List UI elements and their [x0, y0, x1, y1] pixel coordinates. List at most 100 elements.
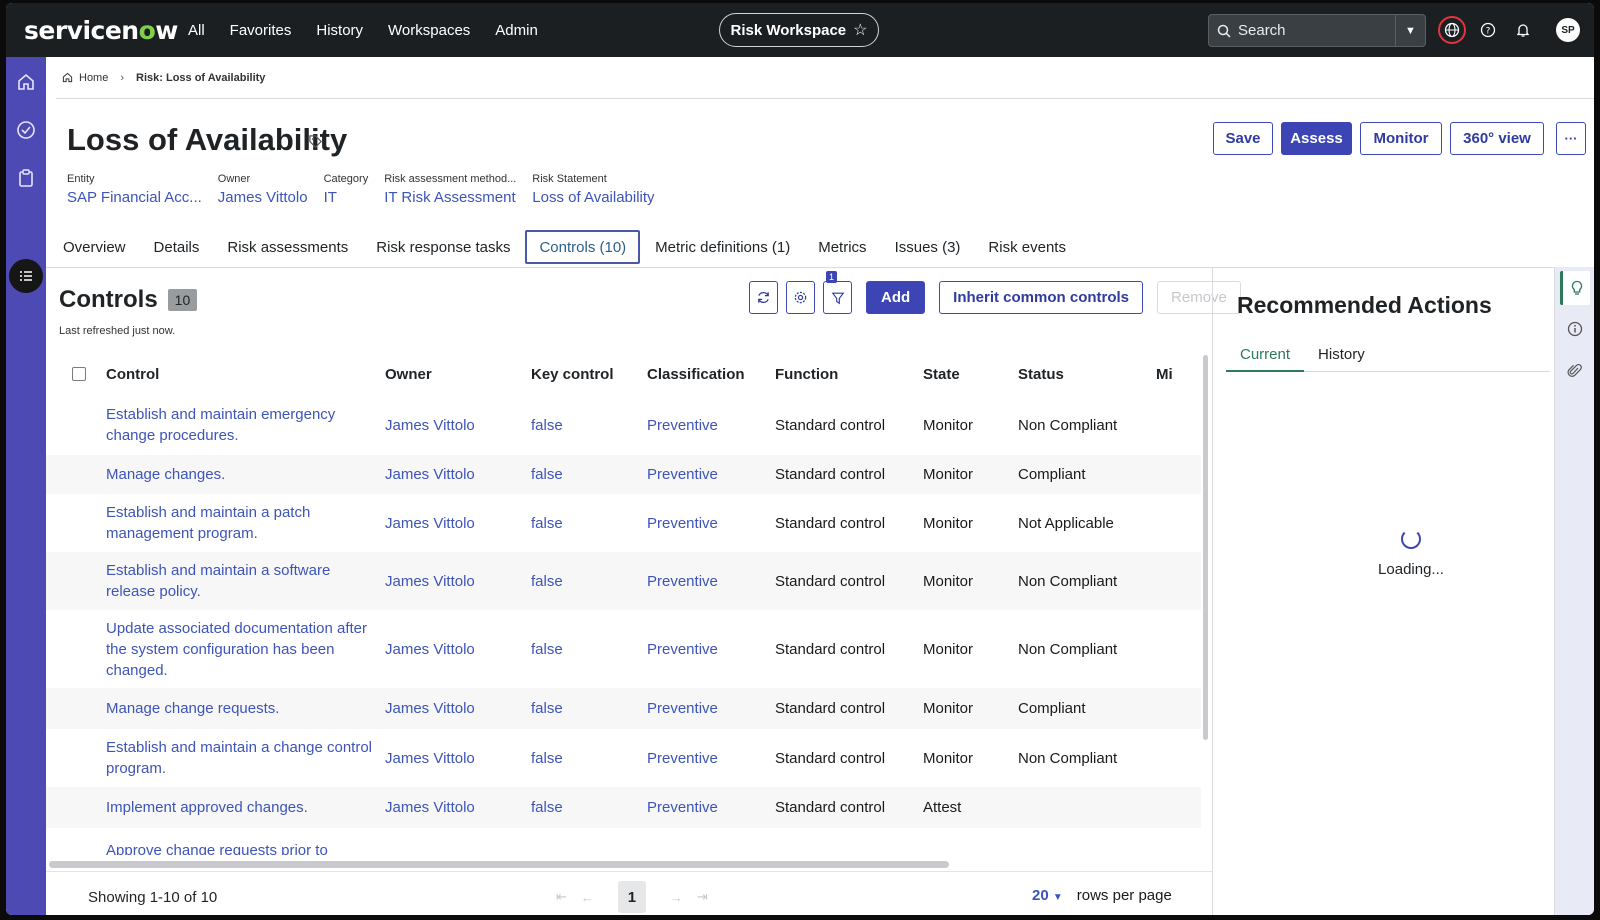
- star-icon[interactable]: ☆: [853, 20, 867, 40]
- rows-per-page-select[interactable]: 20 ▼: [1032, 887, 1063, 904]
- control-link[interactable]: Establish and maintain a patch managemen…: [106, 494, 385, 552]
- col-function[interactable]: Function: [775, 353, 923, 395]
- refresh-button[interactable]: [749, 281, 778, 314]
- control-link[interactable]: Implement approved changes.: [106, 787, 385, 828]
- classification-link[interactable]: Preventive: [647, 610, 775, 688]
- tab-issues[interactable]: Issues (3): [888, 230, 968, 264]
- key-control-link[interactable]: false: [531, 395, 647, 455]
- owner-link[interactable]: James Vittolo: [385, 494, 531, 552]
- tab-current[interactable]: Current: [1226, 340, 1305, 372]
- owner-link[interactable]: James Vittolo: [385, 455, 531, 494]
- save-button[interactable]: Save: [1213, 122, 1273, 155]
- monitor-button[interactable]: Monitor: [1360, 122, 1442, 155]
- info-icon[interactable]: [1565, 319, 1585, 339]
- globe-icon[interactable]: [1438, 16, 1466, 44]
- attachment-icon[interactable]: [1565, 361, 1585, 381]
- tab-overview[interactable]: Overview: [56, 230, 133, 264]
- key-control-link[interactable]: false: [531, 494, 647, 552]
- tab-risk-response-tasks[interactable]: Risk response tasks: [369, 230, 517, 264]
- tab-controls[interactable]: Controls (10): [525, 230, 641, 264]
- home-icon[interactable]: [13, 69, 39, 95]
- nav-all[interactable]: All: [188, 22, 205, 39]
- user-avatar[interactable]: SP: [1556, 18, 1580, 42]
- table-row: Update associated documentation after th…: [46, 610, 1201, 688]
- owner-link[interactable]: James Vittolo: [385, 552, 531, 610]
- col-control[interactable]: Control: [106, 353, 385, 395]
- field-category-link[interactable]: IT: [324, 189, 369, 206]
- field-owner: Owner James Vittolo: [218, 173, 308, 206]
- vertical-scrollbar[interactable]: [1203, 355, 1208, 740]
- tab-details[interactable]: Details: [147, 230, 207, 264]
- gear-icon: [794, 291, 807, 304]
- view-360-button[interactable]: 360° view: [1450, 122, 1544, 155]
- add-button[interactable]: Add: [866, 281, 926, 314]
- col-state[interactable]: State: [923, 353, 1018, 395]
- key-control-link[interactable]: false: [531, 729, 647, 787]
- clipboard-icon[interactable]: [13, 165, 39, 191]
- owner-link[interactable]: James Vittolo: [385, 787, 531, 828]
- nav-admin[interactable]: Admin: [495, 22, 538, 39]
- select-all-checkbox[interactable]: [72, 367, 86, 381]
- record-tabs: Overview Details Risk assessments Risk r…: [56, 229, 1087, 265]
- col-key-control[interactable]: Key control: [531, 353, 647, 395]
- owner-link[interactable]: James Vittolo: [385, 610, 531, 688]
- control-link[interactable]: Establish and maintain a software releas…: [106, 552, 385, 610]
- nav-favorites[interactable]: Favorites: [230, 22, 292, 39]
- classification-link[interactable]: Preventive: [647, 787, 775, 828]
- classification-link[interactable]: Preventive: [647, 688, 775, 729]
- tab-risk-assessments[interactable]: Risk assessments: [220, 230, 355, 264]
- col-mi[interactable]: Mi: [1156, 353, 1201, 395]
- tab-risk-events[interactable]: Risk events: [981, 230, 1073, 264]
- classification-link[interactable]: Preventive: [647, 552, 775, 610]
- classification-link[interactable]: Preventive: [647, 729, 775, 787]
- classification-link[interactable]: Preventive: [647, 395, 775, 455]
- classification-link[interactable]: Preventive: [647, 494, 775, 552]
- col-owner[interactable]: Owner: [385, 353, 531, 395]
- tab-metrics[interactable]: Metrics: [811, 230, 873, 264]
- field-risk-statement-link[interactable]: Loss of Availability: [532, 189, 654, 206]
- control-link[interactable]: Manage change requests.: [106, 688, 385, 729]
- nav-history[interactable]: History: [316, 22, 363, 39]
- settings-button[interactable]: [786, 281, 815, 314]
- check-circle-icon[interactable]: [13, 117, 39, 143]
- col-status[interactable]: Status: [1018, 353, 1156, 395]
- control-link[interactable]: Establish and maintain a change control …: [106, 729, 385, 787]
- owner-link[interactable]: James Vittolo: [385, 395, 531, 455]
- control-link[interactable]: Establish and maintain emergency change …: [106, 395, 385, 455]
- horizontal-scrollbar[interactable]: [49, 861, 1189, 868]
- field-assessment-method-link[interactable]: IT Risk Assessment: [384, 189, 516, 206]
- control-link[interactable]: Update associated documentation after th…: [106, 610, 385, 688]
- global-search[interactable]: Search: [1208, 14, 1396, 47]
- control-link[interactable]: Approve change requests prior to: [106, 828, 385, 855]
- key-control-link[interactable]: false: [531, 688, 647, 729]
- field-entity-link[interactable]: SAP Financial Acc...: [67, 189, 202, 206]
- bell-icon[interactable]: [1509, 16, 1537, 44]
- owner-link[interactable]: James Vittolo: [385, 688, 531, 729]
- scrollbar-thumb[interactable]: [49, 861, 949, 868]
- servicenow-logo[interactable]: servicenow: [24, 16, 178, 45]
- key-control-link[interactable]: false: [531, 455, 647, 494]
- search-scope-dropdown[interactable]: ▼: [1396, 14, 1426, 47]
- col-classification[interactable]: Classification: [647, 353, 775, 395]
- nav-workspaces[interactable]: Workspaces: [388, 22, 470, 39]
- workspace-pill[interactable]: Risk Workspace ☆: [719, 13, 879, 47]
- classification-link[interactable]: Preventive: [647, 455, 775, 494]
- breadcrumb-home[interactable]: Home: [79, 72, 108, 84]
- key-control-link[interactable]: false: [531, 610, 647, 688]
- owner-link[interactable]: James Vittolo: [385, 729, 531, 787]
- more-actions-button[interactable]: ···: [1556, 122, 1586, 155]
- tab-history[interactable]: History: [1304, 340, 1379, 372]
- list-icon[interactable]: [9, 259, 43, 293]
- assess-button[interactable]: Assess: [1281, 122, 1352, 155]
- lightbulb-icon[interactable]: [1560, 271, 1590, 305]
- key-control-link[interactable]: false: [531, 787, 647, 828]
- control-link[interactable]: Manage changes.: [106, 455, 385, 494]
- filter-button[interactable]: 1: [823, 271, 852, 314]
- field-owner-link[interactable]: James Vittolo: [218, 189, 308, 206]
- tag-icon[interactable]: [308, 134, 323, 152]
- inherit-common-controls-button[interactable]: Inherit common controls: [939, 281, 1144, 314]
- key-control-link[interactable]: false: [531, 552, 647, 610]
- current-page[interactable]: 1: [617, 881, 646, 913]
- tab-metric-definitions[interactable]: Metric definitions (1): [648, 230, 797, 264]
- help-icon[interactable]: ?: [1474, 16, 1502, 44]
